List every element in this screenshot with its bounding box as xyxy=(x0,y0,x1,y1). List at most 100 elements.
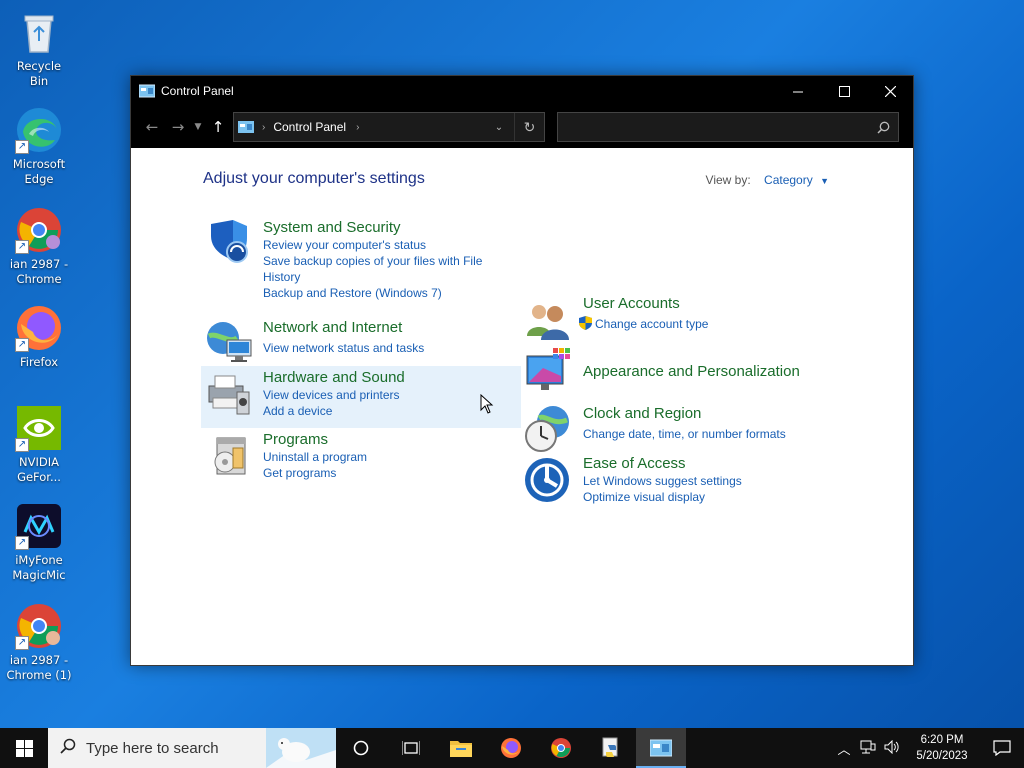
users-icon xyxy=(527,305,569,340)
start-button[interactable] xyxy=(0,728,48,768)
action-center-button[interactable] xyxy=(980,740,1024,756)
appearance-icon xyxy=(526,348,570,390)
link-uninstall-program[interactable]: Uninstall a program xyxy=(263,449,367,465)
chevron-down-icon: ▼ xyxy=(194,122,202,132)
network-tray-button[interactable] xyxy=(856,740,880,757)
category-title-user-accounts[interactable]: User Accounts xyxy=(583,294,708,313)
chevron-right-icon[interactable]: › xyxy=(356,122,359,133)
link-suggest-settings[interactable]: Let Windows suggest settings xyxy=(583,473,742,489)
desktop-icon-chrome-1[interactable]: ↗ ian 2987 - Chrome (1) xyxy=(6,602,72,683)
link-file-history[interactable]: Save backup copies of your files with Fi… xyxy=(263,253,493,285)
arrow-up-icon: ↑ xyxy=(211,118,225,136)
programs-icon xyxy=(214,437,246,475)
control-panel-icon xyxy=(238,121,254,133)
chevron-up-icon: ︿ xyxy=(837,741,851,757)
mouse-cursor-icon xyxy=(480,394,494,414)
category-title-network-and-internet[interactable]: Network and Internet xyxy=(263,318,424,337)
link-get-programs[interactable]: Get programs xyxy=(263,465,367,481)
clock-time: 6:20 PM xyxy=(920,734,964,746)
chevron-right-icon: › xyxy=(262,121,266,133)
taskbar-control-panel[interactable] xyxy=(636,728,686,768)
page-title: Adjust your computer's settings xyxy=(203,170,425,187)
taskbar-firefox[interactable] xyxy=(486,728,536,768)
maximize-button[interactable] xyxy=(821,76,867,106)
link-change-date-time[interactable]: Change date, time, or number formats xyxy=(583,426,786,442)
user-accounts-texts: User Accounts Change account type xyxy=(579,294,708,332)
maximize-icon xyxy=(838,85,850,97)
notification-icon xyxy=(993,740,1011,756)
desktop-icon-edge[interactable]: ↗ Microsoft Edge xyxy=(6,106,72,187)
task-view-button[interactable] xyxy=(386,728,436,768)
category-programs: Programs Uninstall a program Get program… xyxy=(203,430,367,481)
desktop-icon-chrome[interactable]: ↗ ian 2987 - Chrome xyxy=(6,206,72,287)
view-by: View by: Category ▼ xyxy=(706,173,829,187)
refresh-button[interactable]: ↻ xyxy=(514,113,544,141)
link-add-device[interactable]: Add a device xyxy=(263,403,405,419)
chrome-icon: ↗ xyxy=(15,602,63,650)
title-bar[interactable]: Control Panel xyxy=(131,76,913,106)
cortana-icon xyxy=(353,740,369,756)
recent-locations-button[interactable]: ▼ xyxy=(191,114,205,140)
view-by-label: View by: xyxy=(705,173,751,187)
breadcrumb-control-panel[interactable]: Control Panel xyxy=(273,120,346,134)
recycle-bin-icon xyxy=(15,8,63,56)
desktop-icon-recycle-bin[interactable]: Recycle Bin xyxy=(6,8,72,89)
category-title-ease-of-access[interactable]: Ease of Access xyxy=(583,454,742,473)
view-by-dropdown[interactable]: Category xyxy=(764,173,813,187)
taskbar-search-box[interactable]: Type here to search xyxy=(48,728,336,768)
close-button[interactable] xyxy=(867,76,913,106)
taskbar-chrome[interactable] xyxy=(536,728,586,768)
back-button[interactable]: ← xyxy=(139,114,165,140)
cortana-button[interactable] xyxy=(336,728,386,768)
minimize-icon xyxy=(792,91,803,92)
shortcut-arrow-icon: ↗ xyxy=(15,338,29,352)
control-panel-icon xyxy=(139,84,155,98)
up-button[interactable]: ↑ xyxy=(205,114,231,140)
printer-icon xyxy=(208,375,250,415)
taskbar-clock[interactable]: 6:20 PM 5/20/2023 xyxy=(904,732,980,764)
category-title-appearance-and-personalization[interactable]: Appearance and Personalization xyxy=(583,362,800,381)
ease-of-access-icon xyxy=(525,458,569,502)
edge-icon: ↗ xyxy=(15,106,63,154)
forward-button[interactable]: → xyxy=(165,114,191,140)
category-user-accounts xyxy=(523,294,583,344)
address-bar[interactable]: › Control Panel › ⌄ ↻ xyxy=(233,112,545,142)
search-input[interactable] xyxy=(558,120,877,134)
category-title-system-and-security[interactable]: System and Security xyxy=(263,218,493,237)
category-title-hardware-and-sound[interactable]: Hardware and Sound xyxy=(263,368,405,387)
desktop-icon-nvidia[interactable]: ↗ NVIDIA GeFor... xyxy=(6,404,72,485)
volume-tray-button[interactable] xyxy=(880,739,904,757)
system-tray: ︿ 6:20 PM 5/20/2023 xyxy=(832,728,1024,768)
link-change-account-type[interactable]: Change account type xyxy=(595,317,708,331)
category-title-clock-and-region[interactable]: Clock and Region xyxy=(583,404,786,423)
category-hardware-and-sound: Hardware and Sound View devices and prin… xyxy=(201,366,521,428)
link-change-account-type-row: Change account type xyxy=(579,316,708,332)
control-panel-icon xyxy=(650,739,672,757)
taskbar-python-app[interactable] xyxy=(586,728,636,768)
desktop-icon-magicmic[interactable]: ↗ iMyFone MagicMic xyxy=(6,502,72,583)
show-hidden-icons-button[interactable]: ︿ xyxy=(832,739,856,758)
shortcut-arrow-icon: ↗ xyxy=(15,636,29,650)
minimize-button[interactable] xyxy=(775,76,821,106)
link-optimize-visual-display[interactable]: Optimize visual display xyxy=(583,489,742,505)
address-dropdown-button[interactable]: ⌄ xyxy=(484,122,514,133)
link-devices-printers[interactable]: View devices and printers xyxy=(263,387,405,403)
taskbar: Type here to search ︿ 6:20 PM 5/20/2023 xyxy=(0,728,1024,768)
search-highlight-image xyxy=(266,728,336,768)
firefox-icon xyxy=(501,738,521,758)
search-icon xyxy=(877,121,890,134)
category-title-programs[interactable]: Programs xyxy=(263,430,367,449)
link-review-status[interactable]: Review your computer's status xyxy=(263,237,493,253)
desktop-icon-label: NVIDIA GeFor... xyxy=(17,455,61,484)
desktop-icon-firefox[interactable]: ↗ Firefox xyxy=(6,304,72,370)
taskbar-search-placeholder: Type here to search xyxy=(86,739,219,757)
search-box[interactable] xyxy=(557,112,899,142)
taskbar-file-explorer[interactable] xyxy=(436,728,486,768)
firefox-icon: ↗ xyxy=(15,304,63,352)
caret-down-icon[interactable]: ▼ xyxy=(820,176,829,186)
link-network-status[interactable]: View network status and tasks xyxy=(263,340,424,356)
link-backup-restore[interactable]: Backup and Restore (Windows 7) xyxy=(263,285,493,301)
desktop-icon-label: Firefox xyxy=(19,355,59,369)
python-file-icon xyxy=(602,737,618,757)
category-appearance-and-personalization: Appearance and Personalization xyxy=(523,346,800,396)
